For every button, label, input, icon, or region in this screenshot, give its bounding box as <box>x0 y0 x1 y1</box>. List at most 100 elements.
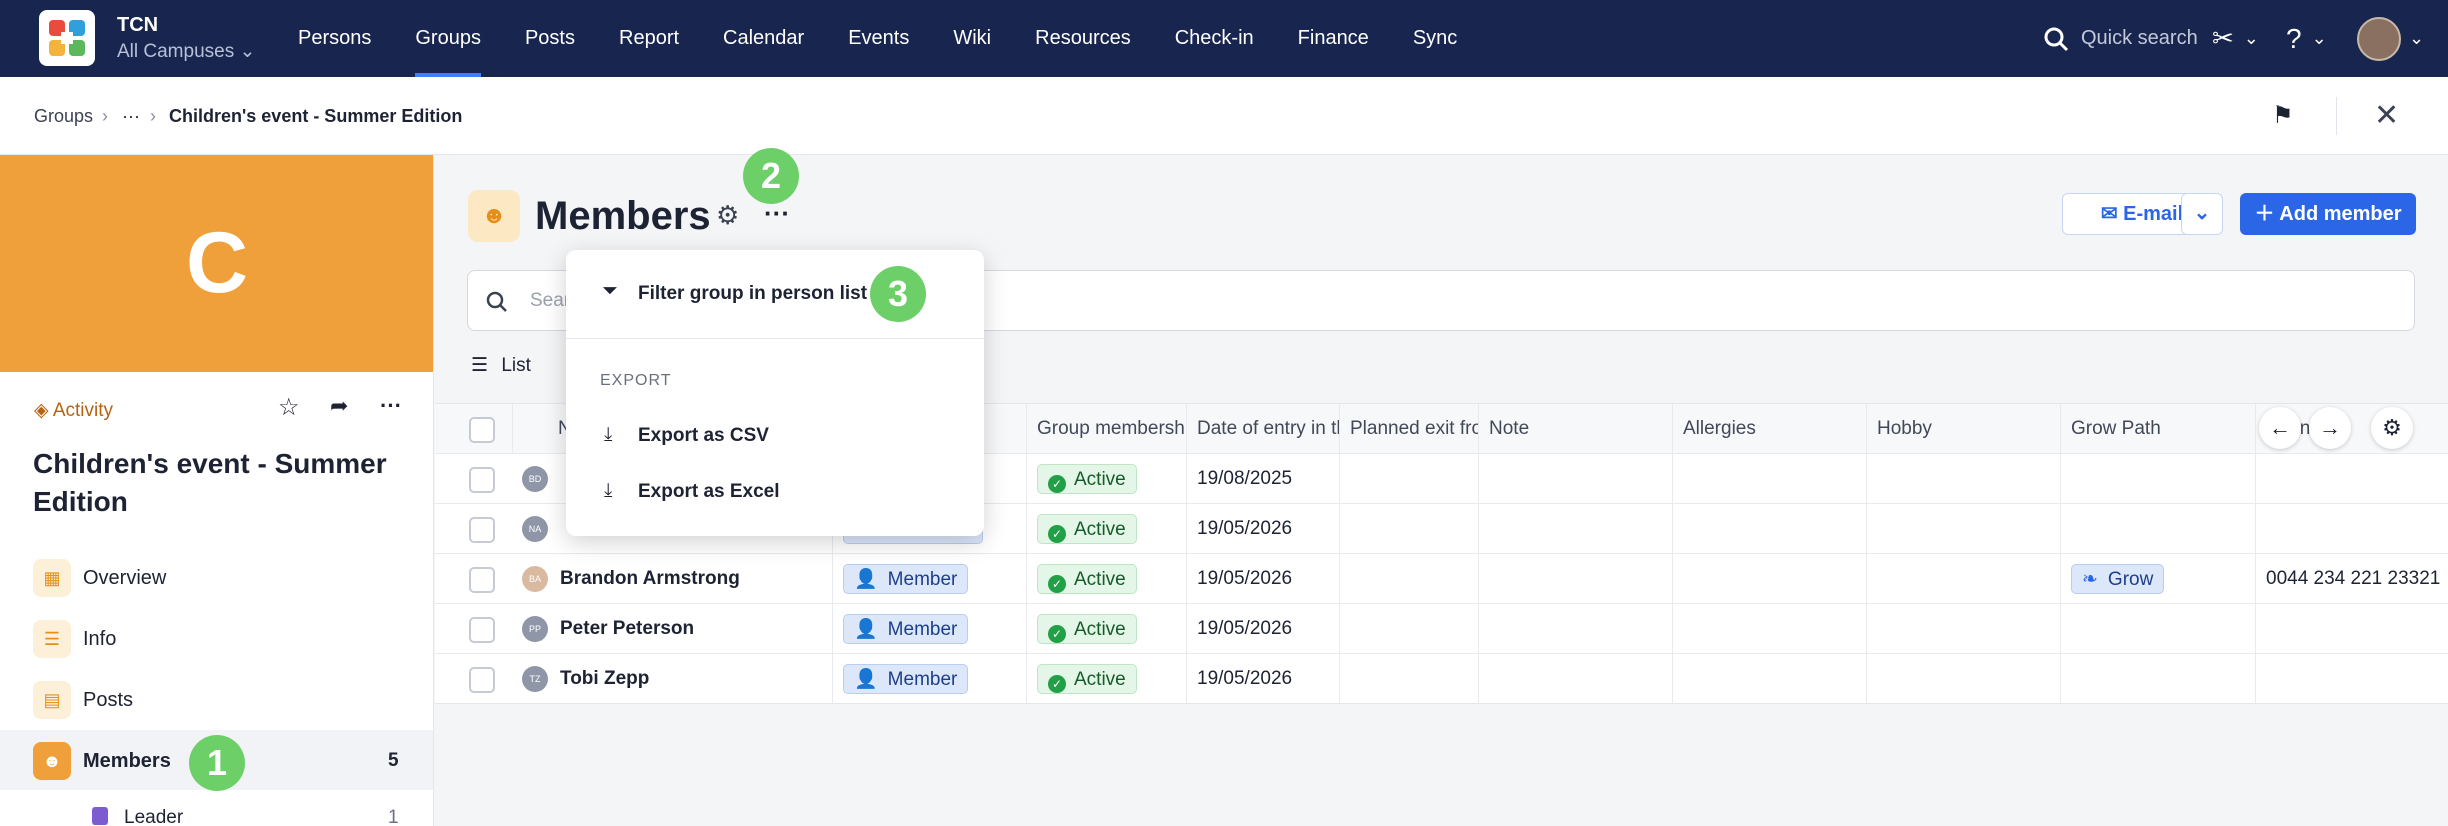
person-avatar: NA <box>522 515 548 542</box>
sidebar-item-overview[interactable]: ▦ Overview <box>0 547 433 607</box>
note-cell <box>1479 654 1673 704</box>
close-icon[interactable]: ✕ <box>2374 77 2399 155</box>
exit-date-cell <box>1340 654 1479 704</box>
grid-icon: ▦ <box>33 559 71 597</box>
table-row[interactable]: PP Peter Peterson 👤 Member ✓ Active 19/05/2… <box>435 604 2448 654</box>
flag-icon[interactable]: ⚑ <box>2272 77 2294 155</box>
nav-groups[interactable]: Groups <box>415 0 481 77</box>
export-csv-option[interactable]: ⤓ Export as CSV <box>566 408 984 464</box>
main-nav: Persons Groups Posts Report Calendar Eve… <box>298 0 1501 77</box>
role-badge: 👤 Member <box>843 613 969 644</box>
org-name: TCN <box>117 14 159 36</box>
table-row[interactable]: BA Brandon Armstrong 👤 Member ✓ Active 19/0… <box>435 554 2448 604</box>
sidebar-subitem-leader[interactable]: Leader <box>124 807 183 826</box>
nav-resources[interactable]: Resources <box>1035 0 1131 77</box>
quick-search[interactable]: Quick search <box>2043 0 2198 77</box>
role-label: Member <box>887 618 958 640</box>
person-name[interactable]: Peter Peterson <box>560 618 694 639</box>
search-icon <box>486 291 507 312</box>
export-heading: EXPORT <box>600 372 672 389</box>
col-allergies[interactable]: Allergies <box>1673 404 1867 454</box>
filter-icon: ⏷ <box>602 280 618 302</box>
membership-cell: ✓ Active <box>1027 554 1187 604</box>
row-checkbox[interactable] <box>469 467 495 493</box>
select-all-checkbox[interactable] <box>469 417 495 443</box>
page-title: Members <box>535 194 711 238</box>
name-cell: BA Brandon Armstrong <box>512 554 833 604</box>
sidebar-item-label: Posts <box>83 689 134 711</box>
star-icon[interactable]: ☆ <box>278 393 300 422</box>
row-checkbox[interactable] <box>469 517 495 543</box>
col-note[interactable]: Note <box>1479 404 1673 454</box>
gear-icon[interactable]: ⚙ <box>716 200 739 231</box>
nav-checkin[interactable]: Check-in <box>1175 0 1254 77</box>
person-icon: 👤 <box>854 668 878 690</box>
add-member-label: Add member <box>2279 203 2402 225</box>
nav-posts[interactable]: Posts <box>525 0 575 77</box>
col-grow-path[interactable]: Grow Path <box>2061 404 2256 454</box>
view-label: List <box>501 355 531 376</box>
sidebar-item-posts[interactable]: ▤ Posts <box>0 669 433 729</box>
person-icon: 👤 <box>854 568 878 590</box>
col-hobby[interactable]: Hobby <box>1867 404 2061 454</box>
nav-wiki[interactable]: Wiki <box>953 0 991 77</box>
col-entry[interactable]: Date of entry in the group <box>1187 404 1340 454</box>
add-member-button[interactable]: ＋ Add member <box>2240 193 2416 235</box>
status-badge: ✓ Active <box>1037 563 1137 594</box>
nav-finance[interactable]: Finance <box>1298 0 1369 77</box>
person-name[interactable]: Tobi Zepp <box>560 668 649 689</box>
breadcrumb-more[interactable]: ··· <box>122 77 140 155</box>
activity-link[interactable]: ◈ Activity <box>34 399 113 422</box>
person-name[interactable]: Brandon Armstrong <box>560 568 740 589</box>
hobby-cell <box>1867 654 2061 704</box>
phone-cell <box>2256 454 2448 504</box>
membership-cell: ✓ Active <box>1027 454 1187 504</box>
breadcrumb-groups[interactable]: Groups <box>34 77 93 155</box>
leaf-icon: ❧ <box>2082 568 2098 590</box>
grow-path-cell: ❧ Grow <box>2061 554 2256 604</box>
phone-cell <box>2256 654 2448 704</box>
status-label: Active <box>1074 668 1126 690</box>
col-exit[interactable]: Planned exit from the group <box>1340 404 1479 454</box>
row-checkbox[interactable] <box>469 567 495 593</box>
nav-calendar[interactable]: Calendar <box>723 0 804 77</box>
tools-icon: ✂ <box>2212 23 2234 53</box>
download-icon: ⤓ <box>604 480 613 501</box>
table-row[interactable]: TZ Tobi Zepp 👤 Member ✓ Active 19/05/2026 <box>435 654 2448 704</box>
row-checkbox[interactable] <box>469 617 495 643</box>
view-toggle-list[interactable]: ☰ List <box>471 354 531 377</box>
membership-cell: ✓ Active <box>1027 604 1187 654</box>
nav-report[interactable]: Report <box>619 0 679 77</box>
email-dropdown[interactable]: ⌄ <box>2181 193 2223 235</box>
entry-date-cell: 19/05/2026 <box>1187 604 1340 654</box>
app-logo[interactable] <box>39 10 95 66</box>
nav-persons[interactable]: Persons <box>298 0 371 77</box>
allergies-cell <box>1673 604 1867 654</box>
scroll-left-icon[interactable]: ← <box>2259 407 2301 449</box>
entry-date-cell: 19/05/2026 <box>1187 654 1340 704</box>
grow-path-cell <box>2061 604 2256 654</box>
allergies-cell <box>1673 504 1867 554</box>
group-title: Children's event - Summer Edition <box>33 448 387 517</box>
col-membership[interactable]: Group membership <box>1027 404 1187 454</box>
scroll-right-icon[interactable]: → <box>2309 407 2351 449</box>
filter-group-label: Filter group in person list <box>638 283 868 304</box>
row-checkbox[interactable] <box>469 667 495 693</box>
nav-events[interactable]: Events <box>848 0 909 77</box>
more-icon[interactable]: ··· <box>380 393 402 419</box>
column-settings-icon[interactable]: ⚙ <box>2371 407 2413 449</box>
step-badge-2: 2 <box>743 148 799 204</box>
export-excel-option[interactable]: ⤓ Export as Excel <box>566 464 984 520</box>
quick-search-label: Quick search <box>2081 27 2198 49</box>
name-cell: TZ Tobi Zepp <box>512 654 833 704</box>
tools-menu[interactable]: ✂ ⌄ <box>2212 0 2259 77</box>
sidebar-item-info[interactable]: ☰ Info <box>0 608 433 668</box>
user-menu[interactable]: ⌄ <box>2357 0 2424 77</box>
exit-date-cell <box>1340 504 1479 554</box>
note-cell <box>1479 604 1673 654</box>
help-menu[interactable]: ? ⌄ <box>2286 0 2327 77</box>
status-badge: ✓ Active <box>1037 663 1137 694</box>
share-icon[interactable]: ➦ <box>330 393 348 419</box>
nav-sync[interactable]: Sync <box>1413 0 1457 77</box>
campus-selector[interactable]: All Campuses ⌄ <box>117 40 255 63</box>
